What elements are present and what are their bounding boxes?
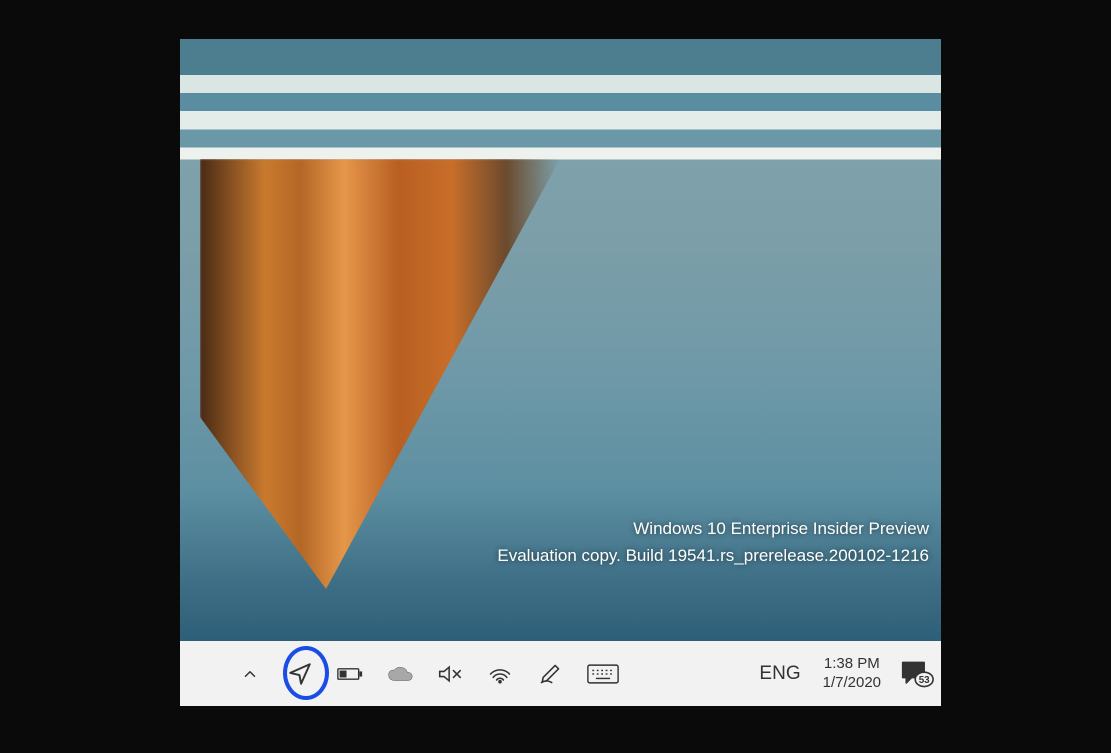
desktop-wallpaper: Windows 10 Enterprise Insider Preview Ev… bbox=[180, 39, 941, 641]
onedrive-tray-button[interactable] bbox=[386, 660, 414, 688]
battery-icon bbox=[337, 665, 363, 683]
windows-build-watermark: Windows 10 Enterprise Insider Preview Ev… bbox=[497, 516, 929, 569]
clock-date: 1/7/2020 bbox=[823, 674, 881, 693]
language-label: ENG bbox=[759, 663, 800, 684]
location-tray-button[interactable] bbox=[286, 660, 314, 688]
clock-time: 1:38 PM bbox=[824, 655, 880, 674]
watermark-line-2: Evaluation copy. Build 19541.rs_prerelea… bbox=[497, 543, 929, 569]
show-hidden-icons-button[interactable] bbox=[236, 660, 264, 688]
location-icon bbox=[287, 661, 313, 687]
taskbar-clock[interactable]: 1:38 PM 1/7/2020 bbox=[819, 655, 885, 693]
watermark-line-1: Windows 10 Enterprise Insider Preview bbox=[497, 516, 929, 542]
action-center-button[interactable]: 53 bbox=[899, 660, 935, 688]
battery-tray-button[interactable] bbox=[336, 660, 364, 688]
touch-keyboard-button[interactable] bbox=[586, 660, 620, 688]
wifi-tray-button[interactable] bbox=[486, 660, 514, 688]
tray-icons-right: ENG 1:38 PM 1/7/2020 53 bbox=[755, 655, 935, 693]
chevron-up-icon bbox=[241, 665, 259, 683]
wifi-icon bbox=[488, 663, 512, 685]
volume-muted-icon bbox=[438, 663, 462, 685]
pen-workspace-icon bbox=[538, 662, 562, 686]
taskbar-system-tray: ENG 1:38 PM 1/7/2020 53 bbox=[180, 641, 941, 706]
desktop-screenshot: Windows 10 Enterprise Insider Preview Ev… bbox=[180, 39, 941, 706]
pen-workspace-button[interactable] bbox=[536, 660, 564, 688]
volume-tray-button[interactable] bbox=[436, 660, 464, 688]
input-language-button[interactable]: ENG bbox=[755, 663, 804, 685]
onedrive-icon bbox=[387, 664, 413, 684]
action-center-icon: 53 bbox=[900, 659, 934, 689]
touch-keyboard-icon bbox=[587, 663, 619, 685]
action-center-count: 53 bbox=[919, 674, 930, 685]
tray-icons-left bbox=[236, 660, 620, 688]
